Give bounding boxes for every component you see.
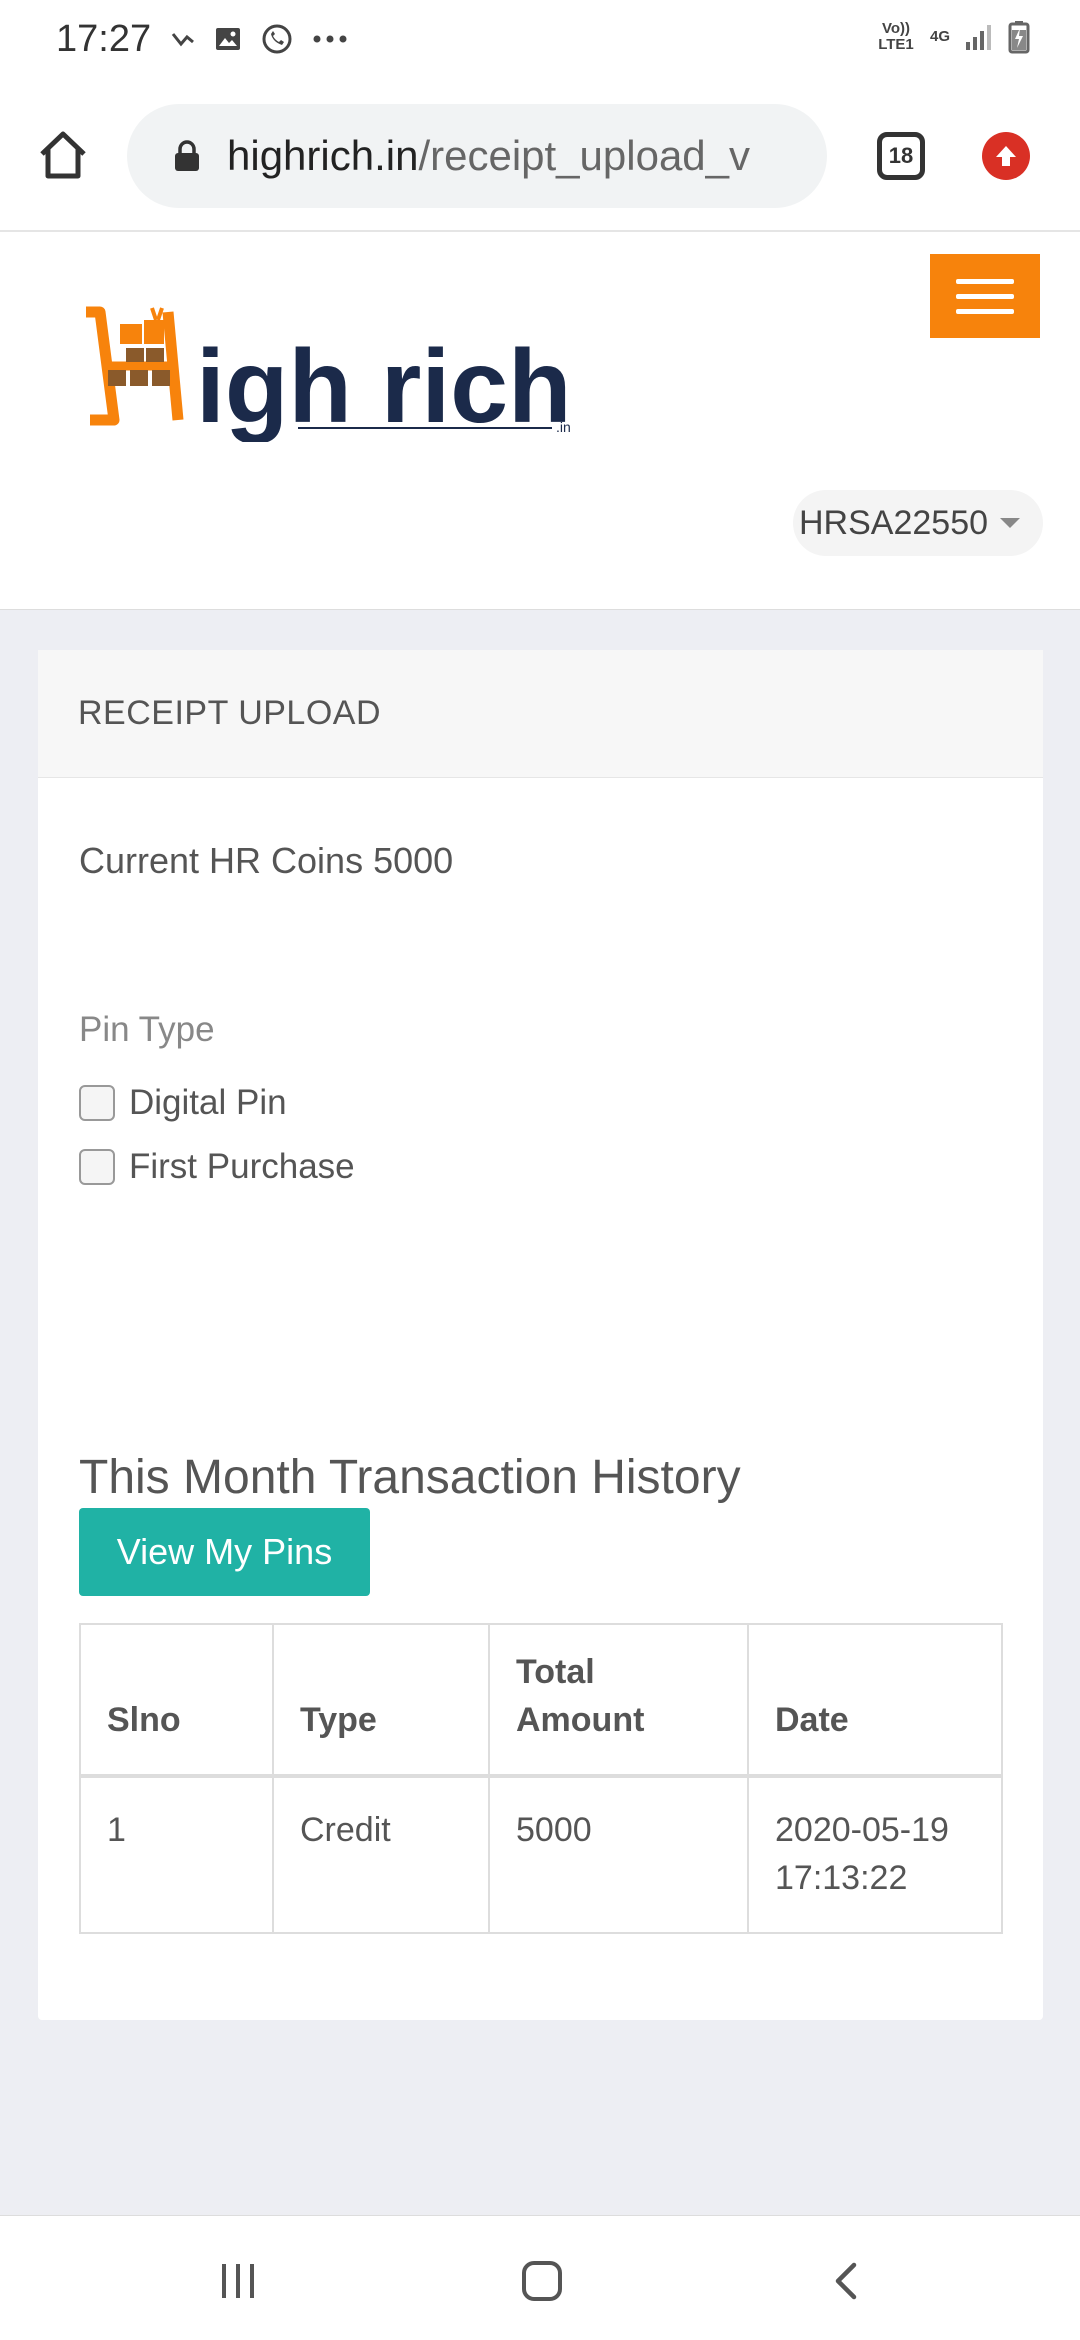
menu-line-icon xyxy=(956,293,1014,299)
url-domain: highrich.in xyxy=(227,132,419,179)
table-cell: 2020-05-19 17:13:22 xyxy=(747,1775,1003,1934)
notification-icons xyxy=(170,22,348,56)
home-nav-icon[interactable] xyxy=(522,2261,562,2301)
hamburger-menu-button[interactable] xyxy=(930,254,1040,338)
back-icon[interactable] xyxy=(830,2261,860,2301)
view-my-pins-button[interactable]: View My Pins xyxy=(79,1508,370,1596)
status-bar: 17:27 Vo)) LTE1 4G xyxy=(0,0,1080,82)
column-header: Date xyxy=(747,1623,1003,1778)
browser-toolbar: highrich.in/receipt_upload_v 18 xyxy=(0,82,1080,232)
tab-switcher-button[interactable]: 18 xyxy=(877,132,925,180)
digital-pin-checkbox[interactable] xyxy=(79,1085,115,1121)
update-icon[interactable] xyxy=(982,132,1030,180)
first-purchase-option[interactable]: First Purchase xyxy=(79,1147,355,1187)
network-type: 4G xyxy=(929,28,950,45)
home-icon[interactable] xyxy=(36,128,90,182)
receipt-upload-card: RECEIPT UPLOAD Current HR Coins 5000 Pin… xyxy=(38,650,1043,2020)
logo-suffix: .in xyxy=(556,419,571,435)
system-status: Vo)) LTE1 4G xyxy=(876,20,1030,54)
recent-apps-icon[interactable] xyxy=(222,2264,254,2298)
user-id: HRSA22550 xyxy=(799,503,989,542)
card-header: RECEIPT UPLOAD xyxy=(38,650,1043,778)
card-title: RECEIPT UPLOAD xyxy=(78,694,382,732)
transaction-table: Slno Type Total Amount Date 1 Credit 500… xyxy=(79,1623,1003,1934)
site-header: igh rich .in HRSA22550 xyxy=(0,232,1080,610)
table-cell: 5000 xyxy=(488,1775,749,1934)
digital-pin-label: Digital Pin xyxy=(129,1083,287,1122)
table-header-row: Slno Type Total Amount Date xyxy=(79,1623,1003,1778)
digital-pin-option[interactable]: Digital Pin xyxy=(79,1083,287,1123)
history-title: This Month Transaction History xyxy=(79,1451,741,1504)
caret-down-icon xyxy=(1000,518,1021,528)
missed-call-icon xyxy=(171,33,194,47)
column-header: Total Amount xyxy=(488,1623,749,1778)
menu-line-icon xyxy=(956,308,1014,314)
battery-icon xyxy=(1008,21,1030,54)
table-cell: 1 xyxy=(79,1775,274,1934)
table-cell: Credit xyxy=(272,1775,490,1934)
whatsapp-icon xyxy=(262,24,292,54)
more-icon xyxy=(313,35,347,43)
url-path: /receipt_upload_v xyxy=(418,132,751,179)
table-row: 1 Credit 5000 2020-05-19 17:13:22 xyxy=(79,1775,1003,1934)
url-text: highrich.in/receipt_upload_v xyxy=(227,132,750,180)
status-time: 17:27 xyxy=(56,18,152,60)
gallery-icon xyxy=(216,28,240,50)
volte-indicator: Vo)) LTE1 xyxy=(878,20,914,53)
first-purchase-checkbox[interactable] xyxy=(79,1149,115,1185)
pin-type-label: Pin Type xyxy=(79,1010,215,1049)
system-navigation-bar xyxy=(0,2215,1080,2340)
current-coins: Current HR Coins 5000 xyxy=(79,840,454,881)
user-dropdown[interactable]: HRSA22550 xyxy=(793,490,1043,556)
menu-line-icon xyxy=(956,278,1014,284)
signal-icon xyxy=(966,25,991,50)
highrich-logo[interactable]: igh rich .in xyxy=(78,302,588,442)
lock-icon xyxy=(175,140,199,171)
logo-text: igh rich xyxy=(196,329,572,442)
column-header: Type xyxy=(272,1623,490,1778)
address-bar[interactable]: highrich.in/receipt_upload_v xyxy=(127,104,827,208)
first-purchase-label: First Purchase xyxy=(129,1147,355,1186)
column-header: Slno xyxy=(79,1623,274,1778)
